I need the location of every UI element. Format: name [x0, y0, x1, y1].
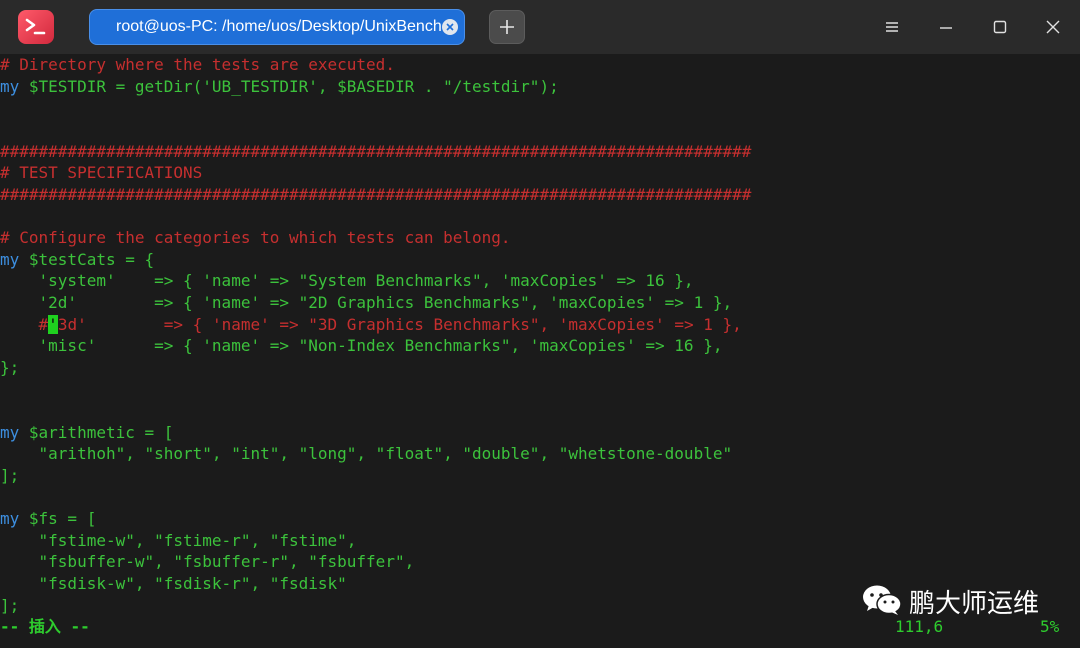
- code-line: ];: [0, 596, 20, 615]
- code-line: # Configure the categories to which test…: [0, 228, 511, 247]
- plus-icon: [500, 20, 514, 34]
- tab-title: root@uos-PC: /home/uos/Desktop/UnixBench: [116, 18, 442, 35]
- maximize-button[interactable]: [988, 15, 1012, 39]
- close-window-button[interactable]: [1041, 15, 1065, 39]
- maximize-icon: [993, 20, 1007, 34]
- watermark-text: 鹏大师运维: [909, 589, 1040, 619]
- menu-button[interactable]: [880, 15, 904, 39]
- code-line: ########################################…: [0, 185, 752, 204]
- minimize-icon: [940, 27, 952, 29]
- code-line: 'system' => { 'name' => "System Benchmar…: [0, 271, 694, 290]
- code-line: '2d' => { 'name' => "2D Graphics Benchma…: [0, 293, 733, 312]
- close-window-icon: [1046, 20, 1060, 34]
- minimize-button[interactable]: [934, 15, 958, 39]
- text-cursor: ': [48, 315, 58, 334]
- code-line: "fstime-w", "fstime-r", "fstime",: [0, 531, 357, 550]
- tab-terminal[interactable]: root@uos-PC: /home/uos/Desktop/UnixBench: [89, 9, 465, 45]
- new-tab-button[interactable]: [489, 10, 525, 44]
- terminal-app-icon[interactable]: [18, 10, 54, 44]
- code-line: my $arithmetic = [: [0, 423, 174, 442]
- code-line: my $testCats = {: [0, 250, 155, 269]
- code-line: "arithoh", "short", "int", "long", "floa…: [0, 444, 733, 463]
- code-line: ];: [0, 466, 20, 485]
- vim-mode-indicator: -- 插入 --: [0, 617, 90, 636]
- code-line: # TEST SPECIFICATIONS: [0, 163, 203, 182]
- menu-icon: [886, 22, 898, 32]
- title-bar: root@uos-PC: /home/uos/Desktop/UnixBench: [0, 0, 1080, 54]
- wechat-icon: [863, 585, 902, 615]
- code-line: my $fs = [: [0, 509, 97, 528]
- close-icon[interactable]: [442, 19, 458, 35]
- terminal-area[interactable]: # Directory where the tests are executed…: [0, 54, 1080, 648]
- scroll-percent: 5%: [1040, 617, 1060, 636]
- code-line: ########################################…: [0, 142, 752, 161]
- code-line: 'misc' => { 'name' => "Non-Index Benchma…: [0, 336, 723, 355]
- code-line: };: [0, 358, 20, 377]
- code-line: "fsbuffer-w", "fsbuffer-r", "fsbuffer",: [0, 552, 415, 571]
- code-line: my $TESTDIR = getDir('UB_TESTDIR', $BASE…: [0, 77, 559, 96]
- code-line: "fsdisk-w", "fsdisk-r", "fsdisk": [0, 574, 347, 593]
- code-line: # Directory where the tests are executed…: [0, 55, 395, 74]
- code-line: #'3d' => { 'name' => "3D Graphics Benchm…: [0, 315, 742, 334]
- cursor-position: 111,6: [895, 617, 944, 636]
